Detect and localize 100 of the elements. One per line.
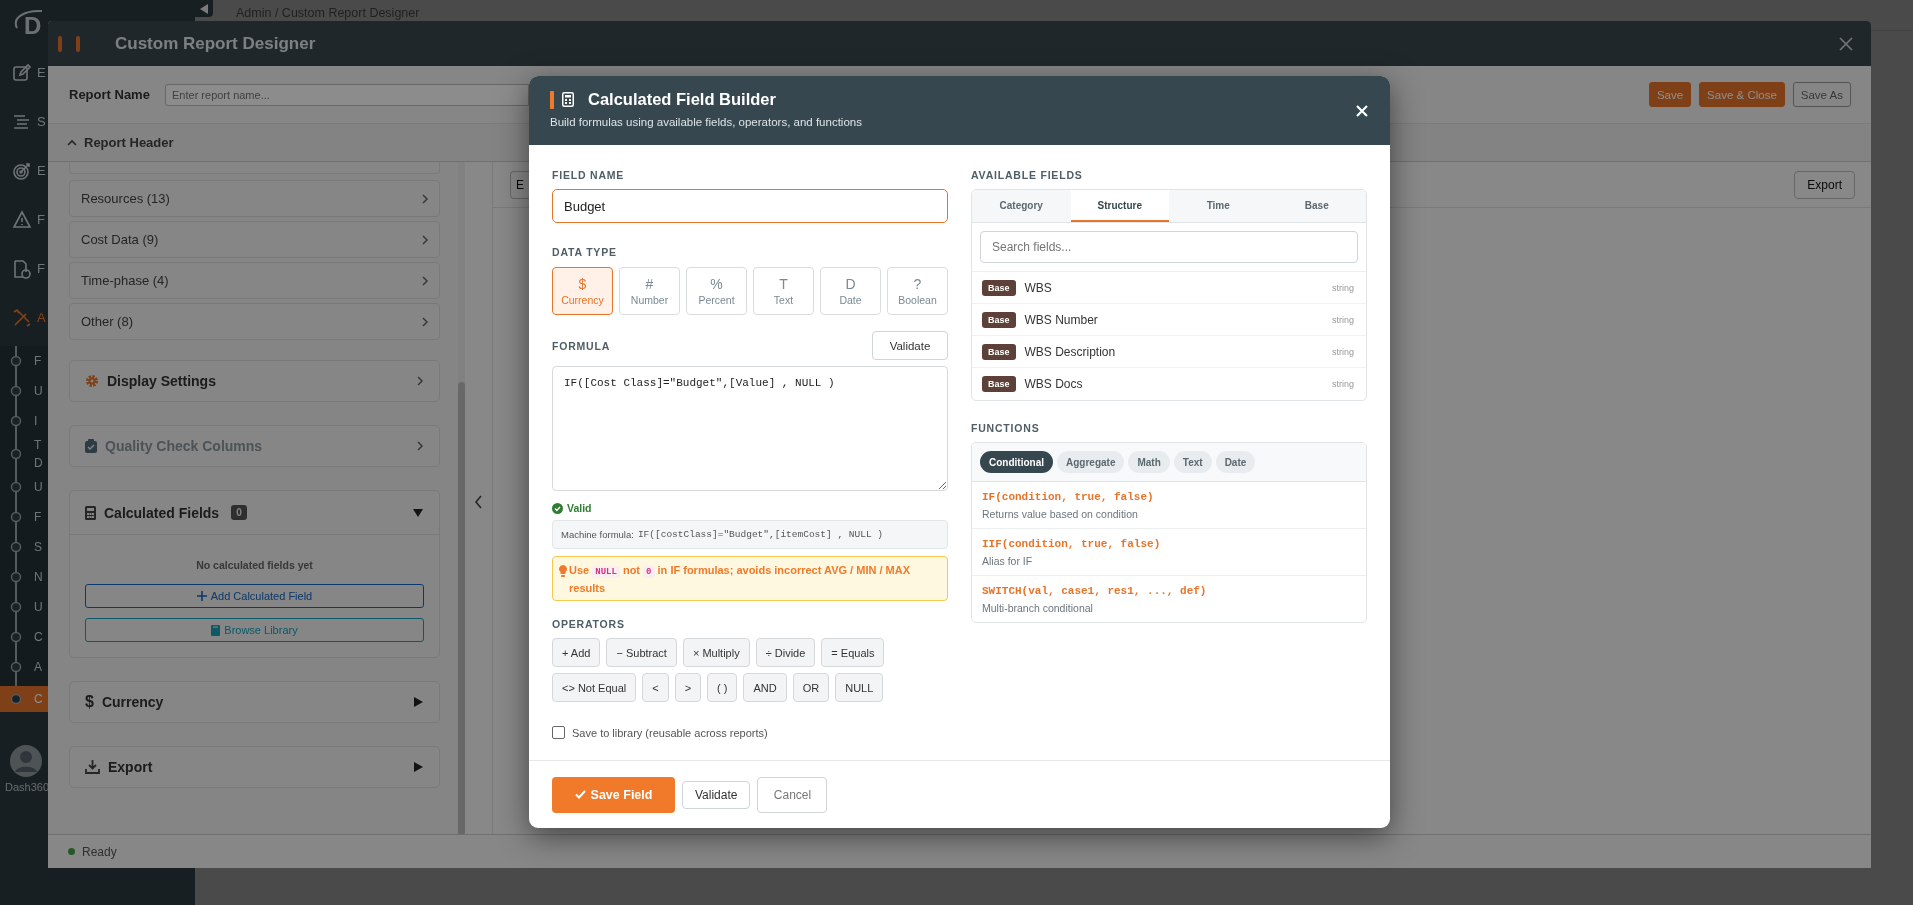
data-type-option[interactable]: D Date (820, 267, 881, 315)
triangle-icon (412, 696, 424, 708)
nav-item[interactable]: F (0, 244, 48, 293)
action-button[interactable]: Save (1648, 82, 1692, 107)
nav-item[interactable]: S (0, 97, 48, 146)
field-group-item[interactable]: Resources (13) (69, 180, 440, 217)
data-type-option[interactable]: T Text (753, 267, 814, 315)
submenu-item[interactable]: N (0, 562, 48, 592)
submenu-item[interactable]: I (0, 406, 48, 436)
operator-button[interactable]: < (642, 673, 669, 702)
field-name-input[interactable]: Budget (552, 189, 948, 223)
section-header[interactable]: Display Settings (70, 361, 439, 401)
operator-button[interactable]: NULL (835, 673, 884, 702)
submenu-item[interactable]: F (0, 502, 48, 532)
field-name: WBS Description (1024, 344, 1117, 359)
field-label: Report Name (69, 87, 151, 102)
formula-editor[interactable]: IF([Cost Class]="Budget",[Value] , NULL ) (552, 366, 948, 491)
tab[interactable]: Structure (1070, 190, 1169, 222)
field-group-item[interactable]: Cost Data (9) (69, 221, 440, 258)
submenu-item[interactable]: U (0, 376, 48, 406)
field-list-item[interactable]: Base WBS string (972, 272, 1366, 304)
nav-item[interactable]: E (0, 48, 48, 97)
avatar-icon[interactable] (10, 745, 42, 777)
toolbar-button[interactable]: E (510, 170, 529, 199)
tip-text: Use NULL not 0 in IF formulas; avoids incorrect AVG / MIN / MAX results (569, 563, 911, 596)
dialog-subtitle: Build formulas using available fields, operators, and functions (550, 116, 863, 128)
book-icon (211, 624, 221, 636)
nav-item[interactable]: E (0, 146, 48, 195)
data-type-option[interactable]: % Percent (686, 267, 747, 315)
field-group-item[interactable]: Other (8) (69, 303, 440, 340)
checkbox[interactable] (552, 726, 565, 739)
sidebar-toggle[interactable] (195, 0, 213, 17)
function-group-pill[interactable]: Aggregate (1057, 451, 1125, 473)
chevron-left-icon[interactable] (474, 495, 483, 509)
tab[interactable]: Category (972, 190, 1071, 222)
submenu-item[interactable]: C (0, 686, 48, 712)
field-label: DATA TYPE (552, 246, 618, 258)
function-item[interactable]: SWITCH(val, case1, res1, ..., def) Multi-branch conditional (972, 576, 1366, 622)
save-button[interactable]: Save Field (552, 776, 675, 813)
machine-formula: Machine formula: IF([costClass]="Budget",[itemCost] , NULL ) (552, 520, 948, 549)
operator-button[interactable]: ÷ Divide (755, 638, 816, 667)
document-icon (12, 258, 32, 279)
download-icon (85, 760, 100, 774)
function-item[interactable]: IIF(condition, true, false) Alias for IF (972, 529, 1366, 576)
report-name-field[interactable]: Enter report name... (165, 83, 529, 106)
operator-button[interactable]: − Subtract (606, 638, 677, 667)
section-header[interactable]: Report Header (84, 135, 174, 150)
scrollbar[interactable] (458, 382, 465, 834)
source-badge: Base (982, 376, 1016, 392)
nav-item[interactable]: F (0, 195, 48, 244)
submenu-item[interactable]: F (0, 346, 48, 376)
operator-button[interactable]: ( ) (707, 673, 738, 702)
field-list-item[interactable]: Base WBS Description string (972, 336, 1366, 368)
count-badge: 0 (231, 505, 247, 520)
section-header[interactable]: Export (70, 747, 439, 787)
accent-bar-icon (550, 90, 554, 109)
data-type-option[interactable]: # Number (619, 267, 680, 315)
submenu-item[interactable]: A (0, 652, 48, 682)
field-label: OPERATORS (552, 618, 626, 630)
function-item[interactable]: IF(condition, true, false) Returns value based on condition (972, 482, 1366, 529)
dollar-icon: $ (85, 693, 94, 711)
operator-button[interactable]: > (674, 673, 702, 702)
bars-icon (58, 33, 82, 54)
field-list-item[interactable]: Base WBS Number string (972, 304, 1366, 336)
submenu-item[interactable]: U (0, 472, 48, 502)
target-icon (12, 160, 32, 181)
submenu-item[interactable]: T D (0, 436, 48, 472)
function-group-pill[interactable]: Text (1173, 451, 1212, 473)
action-button[interactable]: Save As (1792, 82, 1851, 107)
section-header[interactable]: Calculated Fields 0 (70, 491, 439, 535)
function-group-pill[interactable]: Date (1215, 451, 1256, 473)
tab[interactable]: Time (1169, 190, 1268, 222)
operator-button[interactable]: AND (743, 673, 787, 702)
logo: D (24, 14, 42, 38)
operator-button[interactable]: = Equals (821, 638, 885, 667)
data-type-option[interactable]: $ Currency (552, 267, 613, 315)
field-group-item[interactable]: Time-phase (4) (69, 262, 440, 299)
data-type-option[interactable]: ? Boolean (887, 267, 948, 315)
operator-button[interactable]: + Add (552, 638, 601, 667)
export-button[interactable]: Export (1794, 170, 1855, 199)
validate-button[interactable]: Validate (682, 780, 751, 809)
submenu-item[interactable]: C (0, 622, 48, 652)
operator-button[interactable]: OR (792, 673, 830, 702)
submenu-item[interactable]: U (0, 592, 48, 622)
tab[interactable]: Base (1267, 190, 1366, 222)
action-button[interactable]: Save & Close (1699, 82, 1785, 107)
add-button[interactable]: Add Calculated Field (85, 584, 424, 608)
submenu-item[interactable]: S (0, 532, 48, 562)
cancel-button[interactable]: Cancel (757, 776, 828, 813)
operator-button[interactable]: <> Not Equal (552, 673, 637, 702)
calculator-icon (562, 92, 574, 107)
function-group-pill[interactable]: Math (1128, 451, 1170, 473)
operator-button[interactable]: × Multiply (682, 638, 750, 667)
validate-button[interactable]: Validate (872, 331, 948, 360)
field-list-item[interactable]: Base WBS Docs string (972, 368, 1366, 400)
search-field[interactable]: Search fields... (980, 231, 1358, 263)
function-group-pill[interactable]: Conditional (980, 451, 1053, 473)
section-header[interactable]: $ Currency (70, 682, 439, 722)
status-text: Ready (82, 844, 117, 859)
chevron-icon (416, 440, 424, 452)
